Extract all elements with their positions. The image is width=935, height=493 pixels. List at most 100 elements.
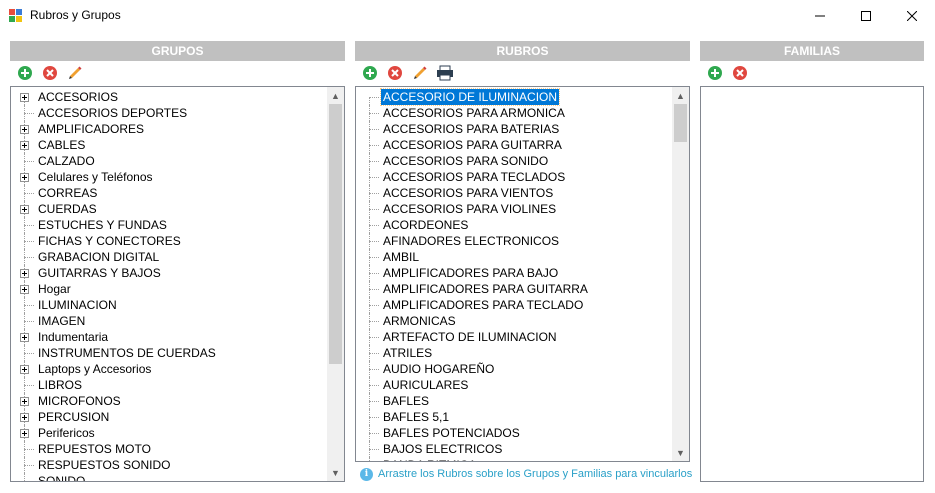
tree-row[interactable]: BANDA RITMICA <box>356 457 672 461</box>
tree-row[interactable]: RESPUESTOS SONIDO <box>11 457 327 473</box>
tree-row[interactable]: AMPLIFICADORES PARA GUITARRA <box>356 281 672 297</box>
rubros-tree[interactable]: ACCESORIO DE ILUMINACION ACCESORIOS PARA … <box>355 86 690 462</box>
tree-connector-line <box>24 257 34 258</box>
tree-row[interactable]: MICROFONOS <box>11 393 327 409</box>
tree-row[interactable]: AMPLIFICADORES <box>11 121 327 137</box>
tree-row[interactable]: BAFLES POTENCIADOS <box>356 425 672 441</box>
tree-row[interactable]: AMPLIFICADORES PARA TECLADO <box>356 297 672 313</box>
tree-row[interactable]: GUITARRAS Y BAJOS <box>11 265 327 281</box>
tree-item-label: ACCESORIOS PARA ARMONICA <box>383 106 565 120</box>
tree-row[interactable]: AMBIL <box>356 249 672 265</box>
tree-connector-line <box>369 337 379 338</box>
minimize-button[interactable] <box>797 0 843 31</box>
grupos-tree[interactable]: ACCESORIOS ACCESORIOS DEPORTES AMPLIFICADO… <box>10 86 345 482</box>
tree-row[interactable]: Laptops y Accesorios <box>11 361 327 377</box>
scroll-up-icon[interactable]: ▲ <box>327 87 344 104</box>
expand-plus-icon[interactable] <box>20 413 29 422</box>
scroll-down-icon[interactable]: ▼ <box>672 444 689 461</box>
familias-tree[interactable] <box>700 86 924 482</box>
tree-row[interactable]: Hogar <box>11 281 327 297</box>
tree-row[interactable]: ACCESORIOS PARA GUITARRA <box>356 137 672 153</box>
tree-row[interactable]: CABLES <box>11 137 327 153</box>
tree-row[interactable]: ACCESORIO DE ILUMINACION <box>356 88 672 106</box>
maximize-button[interactable] <box>843 0 889 31</box>
tree-item-label: INSTRUMENTOS DE CUERDAS <box>38 346 216 360</box>
tree-row[interactable]: CORREAS <box>11 185 327 201</box>
tree-row[interactable]: CALZADO <box>11 153 327 169</box>
app-icon <box>9 9 23 23</box>
rubros-scrollbar[interactable]: ▲ ▼ <box>672 87 689 461</box>
tree-row[interactable]: ACCESORIOS PARA TECLADOS <box>356 169 672 185</box>
tree-row[interactable]: INSTRUMENTOS DE CUERDAS <box>11 345 327 361</box>
grupos-edit-button[interactable] <box>65 64 84 83</box>
tree-row[interactable]: SONIDO <box>11 473 327 481</box>
expand-plus-icon[interactable] <box>20 269 29 278</box>
tree-row[interactable]: ACCESORIOS PARA BATERIAS <box>356 121 672 137</box>
window-title: Rubros y Grupos <box>30 8 121 22</box>
expand-plus-icon[interactable] <box>20 205 29 214</box>
tree-item-label: BAJOS ELECTRICOS <box>383 442 503 456</box>
tree-row[interactable]: BAFLES 5,1 <box>356 409 672 425</box>
scroll-up-icon[interactable]: ▲ <box>672 87 689 104</box>
expand-plus-icon[interactable] <box>20 397 29 406</box>
grupos-add-button[interactable] <box>15 64 34 83</box>
tree-row[interactable]: ACCESORIOS DEPORTES <box>11 105 327 121</box>
scroll-thumb[interactable] <box>674 104 687 142</box>
close-button[interactable] <box>889 0 935 31</box>
expand-plus-icon[interactable] <box>20 173 29 182</box>
tree-item-label: CABLES <box>38 138 86 152</box>
familias-delete-button[interactable] <box>730 64 749 83</box>
rubros-edit-button[interactable] <box>410 64 429 83</box>
tree-row[interactable]: ACCESORIOS PARA VIOLINES <box>356 201 672 217</box>
scroll-down-icon[interactable]: ▼ <box>327 464 344 481</box>
tree-row[interactable]: IMAGEN <box>11 313 327 329</box>
rubros-delete-button[interactable] <box>385 64 404 83</box>
tree-row[interactable]: Perifericos <box>11 425 327 441</box>
tree-row[interactable]: LIBROS <box>11 377 327 393</box>
tree-row[interactable]: AUDIO HOGAREÑO <box>356 361 672 377</box>
tree-row[interactable]: AURICULARES <box>356 377 672 393</box>
tree-row[interactable]: ACCESORIOS PARA SONIDO <box>356 153 672 169</box>
tree-row[interactable]: ARTEFACTO DE ILUMINACION <box>356 329 672 345</box>
tree-row[interactable]: BAFLES <box>356 393 672 409</box>
tree-row[interactable]: ESTUCHES Y FUNDAS <box>11 217 327 233</box>
scroll-thumb[interactable] <box>329 104 342 364</box>
tree-row[interactable]: ACORDEONES <box>356 217 672 233</box>
rubros-tree-items: ACCESORIO DE ILUMINACION ACCESORIOS PARA … <box>356 87 672 461</box>
tree-row[interactable]: AMPLIFICADORES PARA BAJO <box>356 265 672 281</box>
tree-row[interactable]: PERCUSION <box>11 409 327 425</box>
tree-row[interactable]: ACCESORIOS PARA VIENTOS <box>356 185 672 201</box>
tree-row[interactable]: GRABACION DIGITAL <box>11 249 327 265</box>
expand-plus-icon[interactable] <box>20 285 29 294</box>
tree-row[interactable]: BAJOS ELECTRICOS <box>356 441 672 457</box>
expand-plus-icon[interactable] <box>20 333 29 342</box>
maximize-icon <box>861 10 871 21</box>
expand-plus-icon[interactable] <box>20 429 29 438</box>
tree-row[interactable]: REPUESTOS MOTO <box>11 441 327 457</box>
tree-row[interactable]: Indumentaria <box>11 329 327 345</box>
tree-row[interactable]: AFINADORES ELECTRONICOS <box>356 233 672 249</box>
tree-row[interactable]: ATRILES <box>356 345 672 361</box>
tree-row[interactable]: FICHAS Y CONECTORES <box>11 233 327 249</box>
tree-row[interactable]: Celulares y Teléfonos <box>11 169 327 185</box>
familias-header: FAMILIAS <box>700 41 924 61</box>
tree-item-label: ILUMINACION <box>38 298 117 312</box>
tree-row[interactable]: ARMONICAS <box>356 313 672 329</box>
tree-connector-line <box>369 305 379 306</box>
tree-item-label: SONIDO <box>38 474 86 481</box>
expand-plus-icon[interactable] <box>20 93 29 102</box>
tree-row[interactable]: ACCESORIOS <box>11 89 327 105</box>
expand-plus-icon[interactable] <box>20 125 29 134</box>
rubros-print-button[interactable] <box>435 64 454 83</box>
familias-add-button[interactable] <box>705 64 724 83</box>
grupos-delete-button[interactable] <box>40 64 59 83</box>
tree-row[interactable]: ILUMINACION <box>11 297 327 313</box>
expand-plus-icon[interactable] <box>20 141 29 150</box>
grupos-scrollbar[interactable]: ▲ ▼ <box>327 87 344 481</box>
tree-row[interactable]: CUERDAS <box>11 201 327 217</box>
expand-plus-icon[interactable] <box>20 365 29 374</box>
rubros-add-button[interactable] <box>360 64 379 83</box>
tree-item-label: LIBROS <box>38 378 83 392</box>
tree-row[interactable]: ACCESORIOS PARA ARMONICA <box>356 105 672 121</box>
tree-connector-line <box>369 177 379 178</box>
